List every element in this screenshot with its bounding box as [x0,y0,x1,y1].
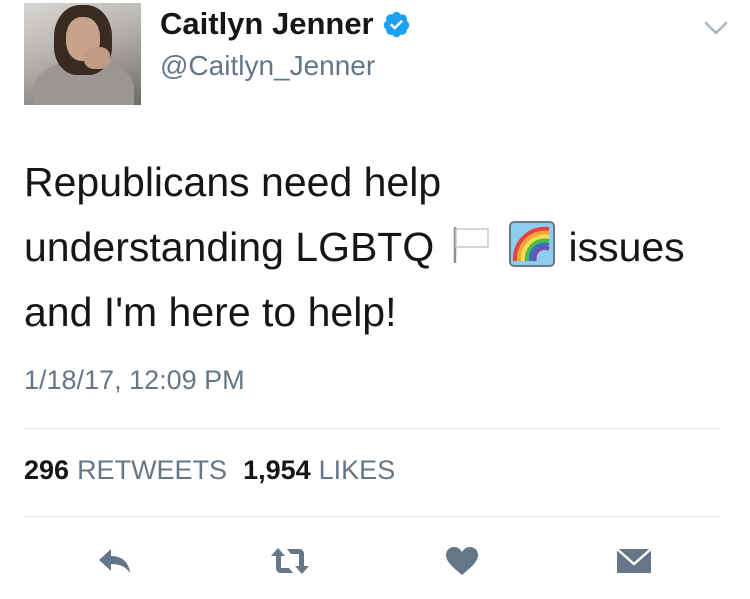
likes-stat[interactable]: 1,954 LIKES [243,455,395,486]
tweet-line-3: and I'm here to help! [24,289,397,335]
retweets-stat[interactable]: 296 RETWEETS [24,455,227,486]
like-button[interactable] [442,540,482,582]
avatar[interactable] [24,3,141,105]
likes-label: LIKES [318,455,396,485]
direct-message-icon [616,548,652,573]
tweet-line-2-tail: issues [568,224,685,270]
reply-button[interactable] [95,540,135,582]
white-flag-icon [453,227,489,263]
tweet-text: Republicans need help understanding LGBT… [24,150,724,345]
tweet-line-2-text: understanding LGBTQ [24,224,435,270]
tweet-stats: 296 RETWEETS 1,954 LIKES [24,455,395,486]
user-display-name[interactable]: Caitlyn Jenner [160,6,374,42]
retweets-label: RETWEETS [77,455,228,485]
verified-badge-icon [383,11,409,37]
retweet-button[interactable] [268,540,312,582]
direct-message-button[interactable] [612,540,656,582]
retweet-icon [271,548,309,574]
chevron-down-icon[interactable] [702,18,730,38]
like-icon [446,547,478,575]
retweets-count: 296 [24,455,70,485]
rainbow-icon [509,221,556,267]
divider-top [24,428,721,429]
reply-icon [99,549,130,573]
likes-count: 1,954 [243,455,311,485]
tweet-line-2: understanding LGBTQ issues [24,215,724,280]
user-handle[interactable]: @Caitlyn_Jenner [160,50,375,82]
avatar-hand-shape [84,47,110,69]
tweet-timestamp[interactable]: 1/18/17, 12:09 PM [24,365,245,396]
user-name-row: Caitlyn Jenner [160,6,411,42]
divider-bottom [24,516,721,517]
tweet-line-1: Republicans need help [24,159,442,205]
